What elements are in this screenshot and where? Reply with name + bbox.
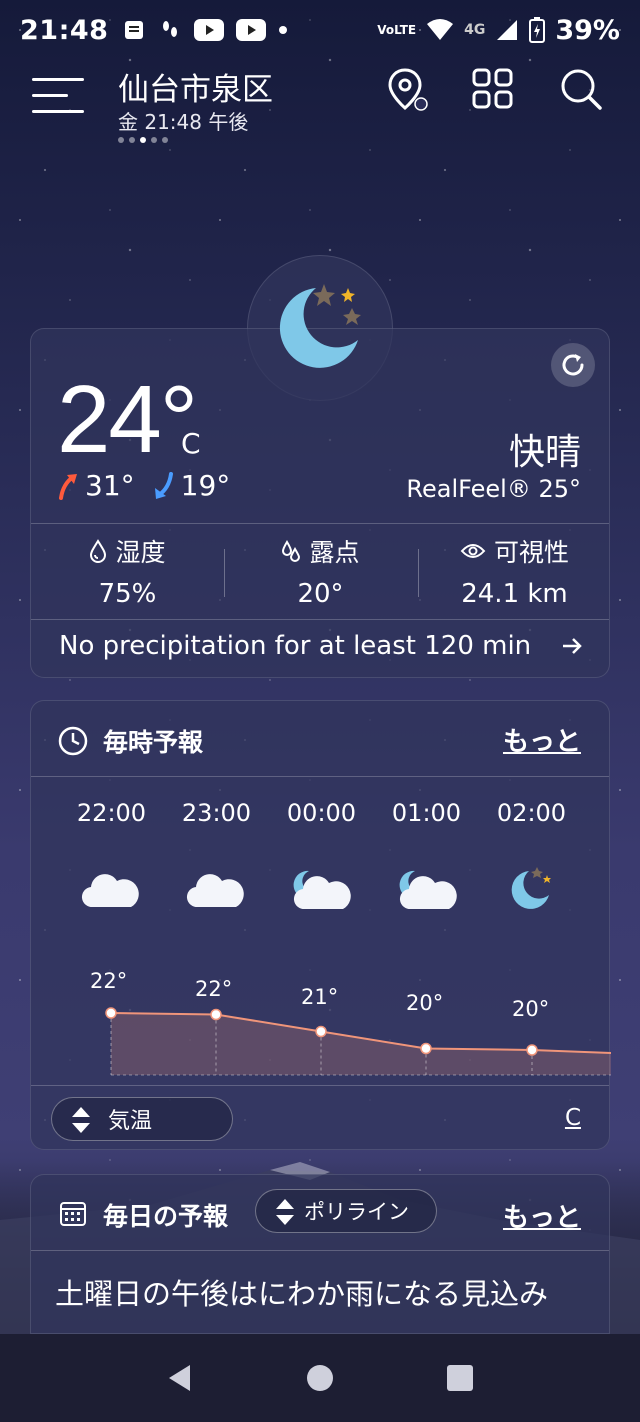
daily-title: 毎日の予報	[103, 1202, 229, 1231]
high-low: 31° 19°	[57, 469, 230, 502]
temperature-line-chart	[105, 1007, 611, 1076]
hourly-forecast-card: 毎時予報 もっと 22:00 23:00 00:00 01:00 02:00 2…	[30, 700, 611, 1150]
visibility-value: 24.1 km	[461, 579, 568, 609]
clock-icon	[58, 726, 88, 756]
home-icon[interactable]	[306, 1364, 334, 1392]
eye-icon	[460, 544, 486, 558]
moon-cloud-icon	[399, 870, 457, 910]
hour-label: 01:00	[391, 799, 462, 827]
system-nav-bar	[0, 1334, 640, 1422]
cloud-icon	[186, 874, 244, 908]
weather-condition: 快晴	[508, 432, 581, 473]
battery-charging-icon	[529, 17, 546, 43]
hourly-more-link[interactable]: もっと	[503, 721, 581, 758]
temperature-point	[315, 1025, 327, 1038]
hour-labels: 22:00 23:00 00:00 01:00 02:00	[31, 799, 611, 827]
daily-more-link[interactable]: もっと	[503, 1197, 581, 1234]
unit-toggle[interactable]: C	[565, 1105, 581, 1131]
up-arrow-icon	[59, 473, 77, 500]
temperature-point	[526, 1044, 538, 1056]
temperature-point	[105, 1007, 117, 1019]
hour-label: 02:00	[496, 799, 567, 827]
footprints-icon	[163, 21, 178, 37]
youtube-icon	[194, 19, 225, 41]
network-type: 4G	[464, 22, 486, 38]
realfeel: RealFeel® 25°	[406, 475, 581, 503]
low-temp: 19°	[180, 469, 231, 502]
recents-icon[interactable]	[446, 1364, 474, 1392]
battery-percent: 39%	[555, 14, 620, 46]
location-pin-icon[interactable]	[384, 66, 430, 112]
hour-icons	[31, 861, 611, 921]
arrow-right-icon[interactable]	[561, 635, 583, 657]
status-bar: 21:48 VoLTE 4G 39%	[0, 0, 640, 60]
youtube-icon	[236, 19, 267, 41]
sort-arrows-icon	[276, 1199, 294, 1225]
daily-headline[interactable]: 土曜日の午後はにわか雨になる見込み	[55, 1271, 548, 1313]
signal-icon	[497, 20, 518, 40]
page-indicator	[118, 137, 168, 143]
visibility-stat: 可視性 24.1 km	[418, 533, 611, 609]
hour-label: 22:00	[76, 799, 147, 827]
location-time: 金 21:48 午後	[118, 110, 249, 134]
down-arrow-icon	[154, 471, 173, 499]
volte-icon: VoLTE	[377, 23, 417, 37]
temperature-point	[210, 1008, 222, 1021]
moon-stars-icon	[264, 278, 374, 378]
refresh-icon	[562, 354, 584, 376]
precipitation-summary[interactable]: No precipitation for at least 120 min	[59, 631, 531, 661]
moon-cloud-icon	[293, 870, 351, 910]
notes-icon	[125, 21, 144, 39]
dewpoint-stat: 露点 20°	[224, 533, 417, 609]
view-label: ポリライン	[304, 1200, 409, 1224]
hour-label: 00:00	[286, 799, 357, 827]
cloud-icon	[81, 874, 139, 908]
temperature-point	[420, 1042, 432, 1055]
visibility-label: 可視性	[493, 538, 569, 567]
temperature-area	[111, 1013, 611, 1075]
widgets-grid-icon[interactable]	[470, 66, 516, 112]
humidity-value: 75%	[98, 579, 157, 609]
hour-temp: 22°	[90, 969, 128, 993]
humidity-stat: 湿度 75%	[31, 533, 224, 609]
search-icon[interactable]	[558, 66, 604, 112]
hourly-title: 毎時予報	[103, 728, 204, 757]
dewpoint-label: 露点	[309, 538, 360, 567]
location-name[interactable]: 仙台市泉区	[118, 64, 273, 109]
daily-view-toggle[interactable]: ポリライン	[255, 1189, 437, 1233]
metric-label: 気温	[108, 1109, 153, 1134]
dewpoint-value: 20°	[297, 579, 344, 609]
menu-button[interactable]	[32, 76, 84, 116]
hour-label: 23:00	[181, 799, 252, 827]
calendar-icon	[60, 1202, 86, 1226]
back-icon[interactable]	[166, 1363, 194, 1393]
sort-arrows-icon	[72, 1107, 90, 1133]
moon-stars-icon	[511, 867, 551, 909]
current-conditions-card[interactable]: 24° C 31° 19° 快晴 RealFeel® 25° 湿度 75% 露点…	[30, 328, 610, 678]
humidity-drop-icon	[90, 539, 107, 563]
hourly-metric-toggle[interactable]: 気温	[51, 1097, 233, 1141]
daily-forecast-card: 毎日の予報 ポリライン もっと 土曜日の午後はにわか雨になる見込み	[30, 1174, 610, 1334]
status-time: 21:48	[20, 14, 109, 46]
wifi-icon	[427, 19, 454, 40]
temperature-unit: C	[181, 427, 201, 460]
dewpoint-icon	[282, 540, 301, 562]
refresh-button[interactable]	[551, 343, 595, 387]
dot-icon	[279, 26, 288, 34]
app-header: 仙台市泉区 金 21:48 午後	[0, 60, 640, 150]
high-temp: 31°	[85, 469, 135, 502]
humidity-label: 湿度	[115, 538, 166, 567]
current-temperature: 24°	[57, 366, 198, 473]
